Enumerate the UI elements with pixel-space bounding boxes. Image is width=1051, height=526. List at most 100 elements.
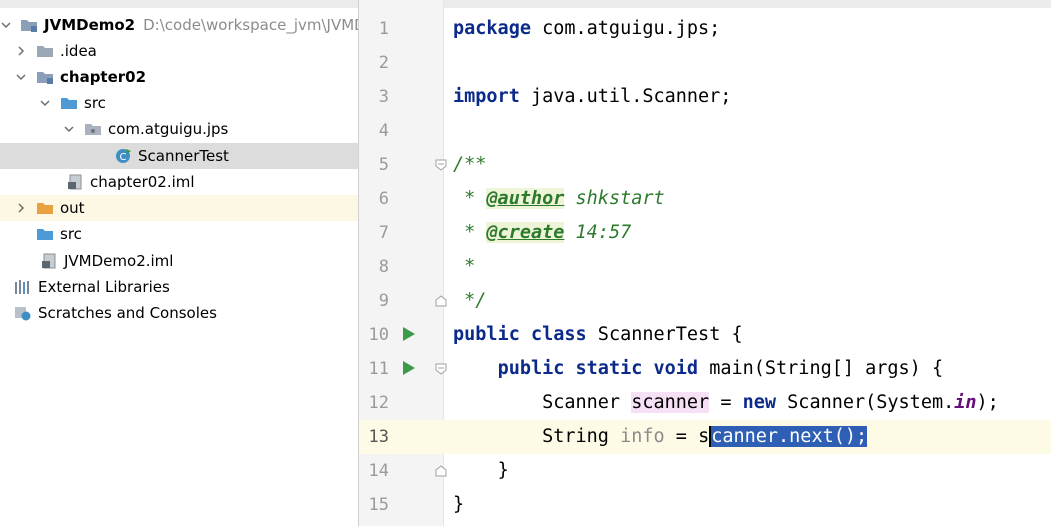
code-line[interactable]: 7 * @create 14:57: [359, 216, 1051, 250]
keyword: new: [742, 392, 777, 413]
code-line[interactable]: 11 public static void main(String[] args…: [359, 352, 1051, 386]
fold-end-icon[interactable]: [435, 295, 447, 307]
folder-icon: [36, 43, 54, 59]
code-text: java.util.Scanner;: [519, 86, 732, 107]
chevron-down-icon[interactable]: [38, 96, 52, 110]
code-line[interactable]: 8 *: [359, 250, 1051, 284]
line-number: 7: [378, 223, 389, 243]
code-line[interactable]: 15 }: [359, 488, 1051, 522]
tree-item-package[interactable]: com.atguigu.jps: [0, 116, 358, 142]
editor-tab-strip: [359, 0, 1051, 8]
code-text: main(String[] args) {: [698, 358, 944, 379]
svg-text:C: C: [120, 152, 127, 163]
code-text: Scanner: [542, 392, 621, 413]
tree-item-src-root[interactable]: src: [0, 221, 358, 247]
code-line[interactable]: 4: [359, 114, 1051, 148]
line-number: 12: [368, 393, 389, 413]
javadoc-tag: @author: [486, 188, 565, 209]
source-folder-icon: [36, 226, 54, 242]
module-folder-icon: [20, 17, 38, 33]
tree-item-jvmdemo2[interactable]: JVMDemo2 D:\code\workspace_jvm\JVMDe: [0, 12, 358, 38]
tree-item-label: External Libraries: [38, 278, 170, 296]
iml-file-icon: [40, 253, 58, 269]
tree-item-label: chapter02.iml: [90, 173, 195, 191]
project-header-strip: [0, 0, 358, 8]
java-class-icon: C: [114, 148, 132, 164]
line-number: 6: [378, 189, 389, 209]
iml-file-icon: [66, 174, 84, 190]
fold-collapse-icon[interactable]: [435, 159, 447, 171]
code-line[interactable]: 12 Scanner scanner = new Scanner(System.…: [359, 386, 1051, 420]
tree-item-label: JVMDemo2.iml: [64, 252, 174, 270]
text-selection[interactable]: canner.next();: [709, 426, 868, 447]
tree-item-label: .idea: [60, 42, 97, 60]
keyword: void: [653, 358, 699, 379]
line-number: 11: [368, 359, 389, 379]
fold-end-icon[interactable]: [435, 465, 447, 477]
code-line[interactable]: 9 */: [359, 284, 1051, 318]
tree-item-external-libraries[interactable]: External Libraries: [0, 274, 358, 300]
line-number: 10: [368, 325, 389, 345]
tree-item-label: chapter02: [60, 68, 147, 86]
line-number: 15: [368, 495, 389, 515]
variable-highlight: scanner: [631, 392, 710, 413]
code-line[interactable]: 1 package com.atguigu.jps;: [359, 12, 1051, 46]
run-icon[interactable]: [403, 327, 415, 341]
package-icon: [84, 121, 102, 137]
comment: /**: [453, 154, 487, 175]
chevron-right-icon[interactable]: [14, 201, 28, 215]
tree-item-label: src: [84, 94, 106, 112]
keyword: class: [530, 324, 587, 345]
libraries-icon: [14, 279, 32, 295]
run-icon[interactable]: [403, 361, 415, 375]
chevron-down-icon[interactable]: [14, 70, 28, 84]
tree-item-idea[interactable]: .idea: [0, 38, 358, 64]
code-editor[interactable]: 1 package com.atguigu.jps; 2 3 import ja…: [359, 0, 1051, 526]
keyword: import: [453, 86, 520, 107]
source-folder-icon: [60, 95, 78, 111]
comment: 14:57: [564, 222, 632, 243]
code-line[interactable]: 6 * @author shkstart: [359, 182, 1051, 216]
code-line[interactable]: 3 import java.util.Scanner;: [359, 80, 1051, 114]
tree-item-out[interactable]: out: [0, 195, 358, 221]
code-text: Scanner(System.: [776, 392, 955, 413]
tree-item-label: out: [60, 199, 85, 217]
code-line[interactable]: 14 }: [359, 454, 1051, 488]
tree-item-src-chapter02[interactable]: src: [0, 90, 358, 116]
project-path: D:\code\workspace_jvm\JVMDe: [143, 16, 359, 34]
keyword: public: [453, 324, 520, 345]
line-number: 1: [378, 19, 389, 39]
line-number: 13: [368, 427, 389, 447]
code-line[interactable]: 10 public class ScannerTest {: [359, 318, 1051, 352]
module-folder-icon: [36, 69, 54, 85]
tree-item-chapter02[interactable]: chapter02: [0, 64, 358, 90]
tree-item-scratches[interactable]: Scratches and Consoles: [0, 300, 358, 326]
unused-variable: info: [620, 426, 665, 447]
tree-item-label: Scratches and Consoles: [38, 304, 217, 322]
keyword: static: [575, 358, 643, 379]
comment: *: [453, 188, 487, 209]
line-number: 4: [378, 121, 389, 141]
code-line[interactable]: 5 /**: [359, 148, 1051, 182]
tree-item-label: ScannerTest: [138, 147, 229, 165]
chevron-down-icon[interactable]: [62, 122, 76, 136]
comment: *: [453, 222, 487, 243]
code-text: }: [497, 460, 509, 481]
comment: shkstart: [564, 188, 665, 209]
fold-collapse-icon[interactable]: [435, 363, 447, 375]
tree-item-chapter02-iml[interactable]: chapter02.iml: [0, 169, 358, 195]
project-tool-window: JVMDemo2 D:\code\workspace_jvm\JVMDe .id…: [0, 0, 359, 526]
keyword: public: [497, 358, 565, 379]
tree-item-label: JVMDemo2: [44, 16, 136, 34]
tree-item-scannertest[interactable]: C ScannerTest: [0, 143, 358, 169]
static-field: in: [954, 392, 977, 413]
line-number: 3: [378, 87, 389, 107]
code-line[interactable]: 2: [359, 46, 1051, 80]
code-line-current[interactable]: 13 String info = s canner.next();: [359, 420, 1051, 454]
keyword: package: [453, 18, 531, 39]
tree-item-jvmdemo2-iml[interactable]: JVMDemo2.iml: [0, 248, 358, 274]
code-text: =: [664, 426, 699, 447]
line-number: 14: [368, 461, 389, 481]
chevron-right-icon[interactable]: [14, 44, 28, 58]
chevron-down-icon[interactable]: [0, 18, 12, 32]
